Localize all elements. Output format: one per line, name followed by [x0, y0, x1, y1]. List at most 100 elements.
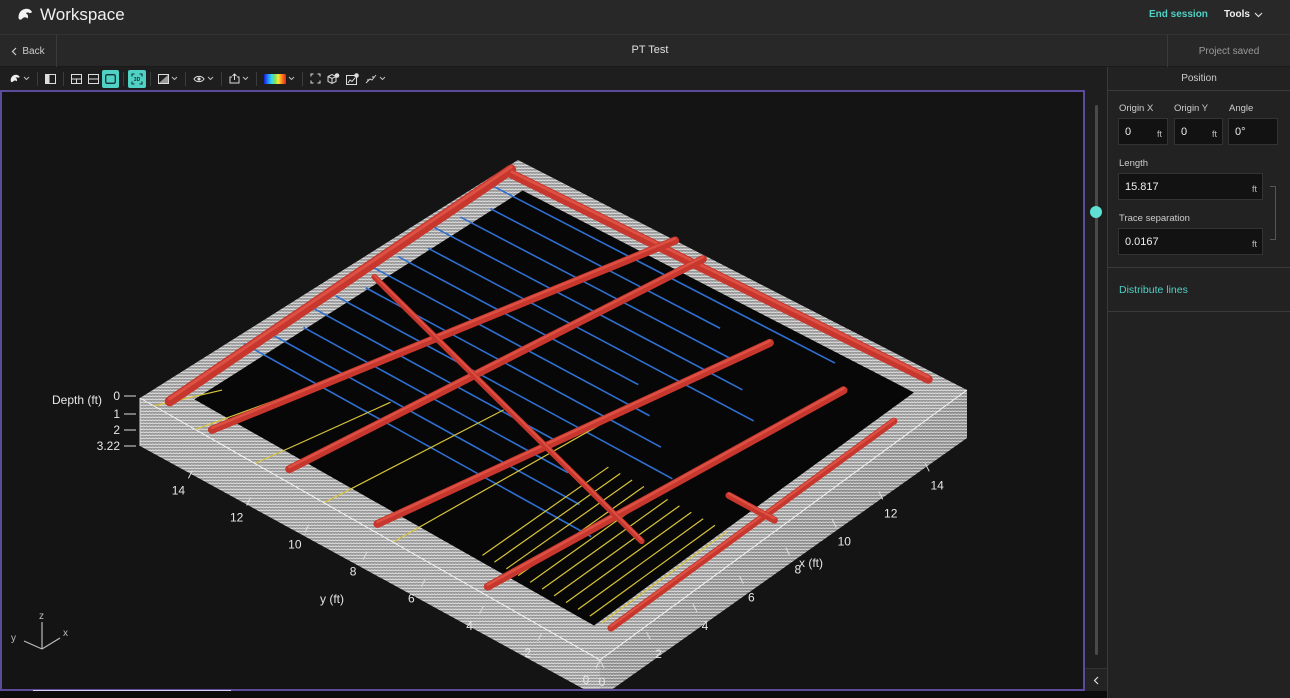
layout-rows-icon: [88, 73, 99, 84]
layout-split-button[interactable]: [68, 70, 85, 88]
x-tick-label: 8: [794, 563, 801, 577]
colormap-button[interactable]: [261, 70, 298, 88]
scene-menu-button[interactable]: [6, 70, 33, 88]
x-tick-label: 4: [702, 619, 709, 633]
depth-tick-label: 1: [113, 407, 120, 421]
length-label: Length: [1119, 158, 1149, 169]
depth-tick-label: 3.22: [97, 439, 121, 453]
chart-add-icon: [346, 72, 359, 85]
toolbar-divider: [256, 71, 257, 86]
x-tick-label: 0: [599, 675, 606, 689]
toolbar-divider: [221, 71, 222, 86]
panel-title: Position: [1108, 67, 1290, 91]
annotations-button[interactable]: [362, 70, 389, 88]
trace-separation-value: 0.0167: [1125, 235, 1159, 248]
distribute-lines-button[interactable]: Distribute lines: [1119, 284, 1188, 296]
display-mode-button[interactable]: [155, 70, 181, 88]
tools-menu[interactable]: Tools: [1224, 9, 1263, 20]
collapse-panel-button[interactable]: [1085, 668, 1107, 691]
angle-label: Angle: [1229, 103, 1254, 114]
angle-field[interactable]: 0°: [1228, 118, 1278, 145]
depth-slider-track[interactable]: [1095, 105, 1098, 655]
layout-split-icon: [71, 73, 82, 84]
chevron-down-icon: [207, 76, 214, 81]
visibility-button[interactable]: [190, 70, 217, 88]
x-tick-label: 12: [884, 506, 898, 520]
colormap-icon: [264, 73, 286, 84]
y-tick-label: 14: [172, 483, 186, 497]
save-status: Project saved: [1167, 35, 1290, 67]
scatter-icon: [365, 74, 377, 83]
length-field[interactable]: 15.817 ft: [1118, 173, 1263, 200]
trace-separation-unit: ft: [1251, 239, 1257, 249]
x-tick-label: 10: [838, 534, 852, 548]
fullscreen-icon: [310, 73, 321, 84]
svg-text:3D: 3D: [134, 77, 141, 83]
y-tick-label: 2: [524, 646, 531, 660]
origin-y-unit: ft: [1211, 129, 1217, 139]
view-3d-button[interactable]: 3D: [128, 69, 146, 88]
layout-rows-button[interactable]: [85, 70, 102, 88]
origin-x-field[interactable]: 0 ft: [1118, 118, 1168, 145]
origin-x-label: Origin X: [1119, 103, 1154, 114]
trace-separation-label: Trace separation: [1119, 213, 1190, 224]
image-icon: [158, 73, 169, 84]
y-tick-label: 0: [583, 673, 590, 687]
link-bracket: [1270, 186, 1276, 240]
eye-icon: [193, 75, 205, 82]
origin-x-unit: ft: [1156, 129, 1162, 139]
add-panel-button[interactable]: [343, 70, 362, 88]
viewer-toolbar: 3D: [0, 67, 1107, 90]
toolbar-divider: [37, 71, 38, 86]
fit-view-button[interactable]: [307, 70, 324, 88]
status-strip: [0, 691, 1107, 698]
gizmo-x-label: x: [63, 628, 68, 639]
toolbar-divider: [63, 71, 64, 86]
y-tick-label: 4: [466, 619, 473, 633]
toolbar-divider: [150, 71, 151, 86]
3d-scene[interactable]: Depth (ft) x (ft) y (ft) 0123.2202468101…: [2, 92, 1083, 689]
toolbar-divider: [185, 71, 186, 86]
chevron-down-icon: [171, 76, 178, 81]
sidebar-icon: [45, 73, 56, 84]
depth-slider[interactable]: [1085, 90, 1107, 668]
eagle-logo-icon: [18, 8, 33, 20]
3d-viewport[interactable]: Depth (ft) x (ft) y (ft) 0 1 2 3.22 0 2 4 6 8 10 1…: [0, 90, 1085, 691]
length-unit: ft: [1251, 184, 1257, 194]
back-button[interactable]: Back: [0, 35, 57, 67]
gizmo-z-label: z: [39, 611, 44, 622]
app-title: Workspace: [40, 5, 125, 24]
brand: Workspace: [16, 5, 125, 25]
chevron-down-icon: [379, 76, 386, 81]
project-title: PT Test: [631, 44, 669, 56]
layout-single-icon: [105, 73, 116, 84]
length-value: 15.817: [1125, 180, 1159, 193]
end-session-button[interactable]: End session: [1149, 9, 1208, 20]
depth-slider-thumb[interactable]: [1090, 206, 1102, 219]
trace-separation-field[interactable]: 0.0167 ft: [1118, 228, 1263, 255]
origin-y-value: 0: [1181, 125, 1188, 138]
y-tick-label: 10: [288, 538, 302, 552]
gizmo-y-label: y: [11, 633, 16, 644]
y-tick-label: 6: [408, 592, 415, 606]
x-tick-label: 6: [748, 591, 755, 605]
chevron-left-icon: [1093, 676, 1099, 684]
toggle-sidebar-button[interactable]: [42, 70, 59, 88]
orientation-gizmo: [23, 622, 61, 650]
y-tick-label: 12: [230, 510, 244, 524]
origin-y-field[interactable]: 0 ft: [1174, 118, 1223, 145]
panel-divider: [1108, 267, 1290, 268]
layout-single-button[interactable]: [102, 69, 119, 88]
add-object-button[interactable]: [324, 70, 343, 88]
app-bar: Workspace End session Tools: [0, 0, 1290, 35]
depth-tick-label: 2: [113, 423, 120, 437]
export-icon: [229, 73, 240, 84]
export-button[interactable]: [226, 70, 252, 88]
panel-divider: [1108, 311, 1290, 312]
back-label: Back: [22, 45, 45, 57]
chevron-down-icon: [288, 76, 295, 81]
toolbar-divider: [123, 71, 124, 86]
depth-axis-label: Depth (ft): [52, 393, 102, 407]
y-axis-label: y (ft): [320, 592, 344, 606]
chevron-left-icon: [12, 47, 17, 55]
